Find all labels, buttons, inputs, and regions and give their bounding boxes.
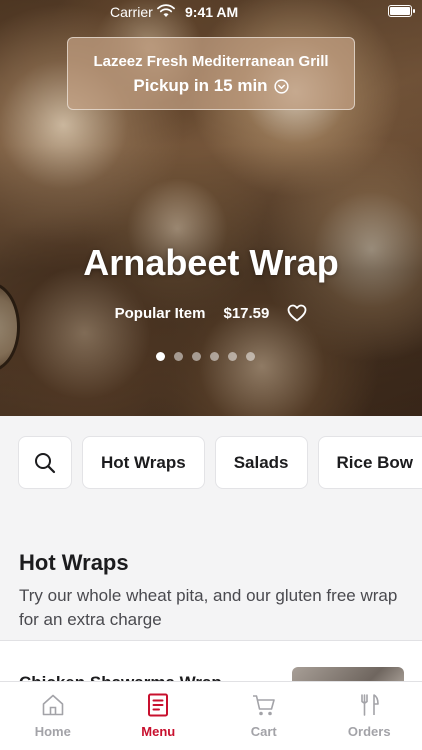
tab-cart[interactable]: Cart	[211, 682, 317, 750]
carousel-dot[interactable]	[156, 352, 165, 361]
featured-item-meta: Popular Item $17.59	[0, 304, 422, 322]
carousel-dot[interactable]	[192, 352, 201, 361]
carousel-dot[interactable]	[228, 352, 237, 361]
tab-label: Orders	[347, 724, 391, 739]
section-description: Try our whole wheat pita, and our gluten…	[19, 586, 398, 629]
location-selector[interactable]: Lazeez Fresh Mediterranean Grill Pickup …	[67, 37, 355, 110]
carousel-dot[interactable]	[246, 352, 255, 361]
carousel-dot[interactable]	[174, 352, 183, 361]
tab-label: Menu	[141, 724, 176, 739]
carousel-dot[interactable]	[210, 352, 219, 361]
tab-home[interactable]: Home	[0, 682, 106, 750]
pickup-time-row[interactable]: Pickup in 15 min	[68, 76, 354, 96]
section-title: Hot Wraps	[19, 550, 129, 575]
status-bar: Carrier 9:41 AM	[0, 0, 422, 24]
wifi-icon	[157, 4, 175, 17]
featured-item-title[interactable]: Arnabeet Wrap	[0, 242, 422, 284]
featured-price: $17.59	[223, 304, 270, 322]
tab-orders[interactable]: Orders	[317, 682, 422, 750]
menu-icon	[148, 693, 169, 717]
cart-icon	[252, 695, 275, 716]
tab-label: Home	[34, 724, 71, 739]
category-chip-salads[interactable]: Salads	[214, 436, 308, 489]
search-icon	[35, 452, 56, 473]
category-chips: Hot Wraps Salads Rice Bow	[18, 436, 422, 489]
pickup-time-label: Pickup in 15 min	[133, 76, 268, 95]
hero-banner[interactable]: Carrier 9:41 AM Lazeez Fresh Mediterrane…	[0, 0, 422, 416]
app-screen: Carrier 9:41 AM Lazeez Fresh Mediterrane…	[0, 0, 422, 750]
restaurant-name: Lazeez Fresh Mediterranean Grill	[93, 53, 329, 70]
chevron-down-circle-icon	[273, 78, 289, 94]
tab-menu[interactable]: Menu	[106, 682, 212, 750]
tab-bar: Home Menu Cart Orders	[0, 681, 422, 750]
heart-icon[interactable]	[287, 304, 307, 322]
search-button[interactable]	[18, 436, 72, 489]
orders-icon	[361, 694, 380, 716]
carrier-label: Carrier	[110, 4, 153, 20]
home-icon	[42, 694, 64, 716]
category-chip-rice-bowls[interactable]: Rice Bow	[317, 436, 422, 489]
battery-icon	[388, 5, 415, 17]
carousel-pagination[interactable]	[156, 352, 255, 361]
tab-label: Cart	[250, 724, 277, 739]
category-chip-hot-wraps[interactable]: Hot Wraps	[82, 436, 205, 489]
clock: 9:41 AM	[185, 4, 239, 20]
popular-item-badge: Popular Item	[114, 304, 206, 322]
